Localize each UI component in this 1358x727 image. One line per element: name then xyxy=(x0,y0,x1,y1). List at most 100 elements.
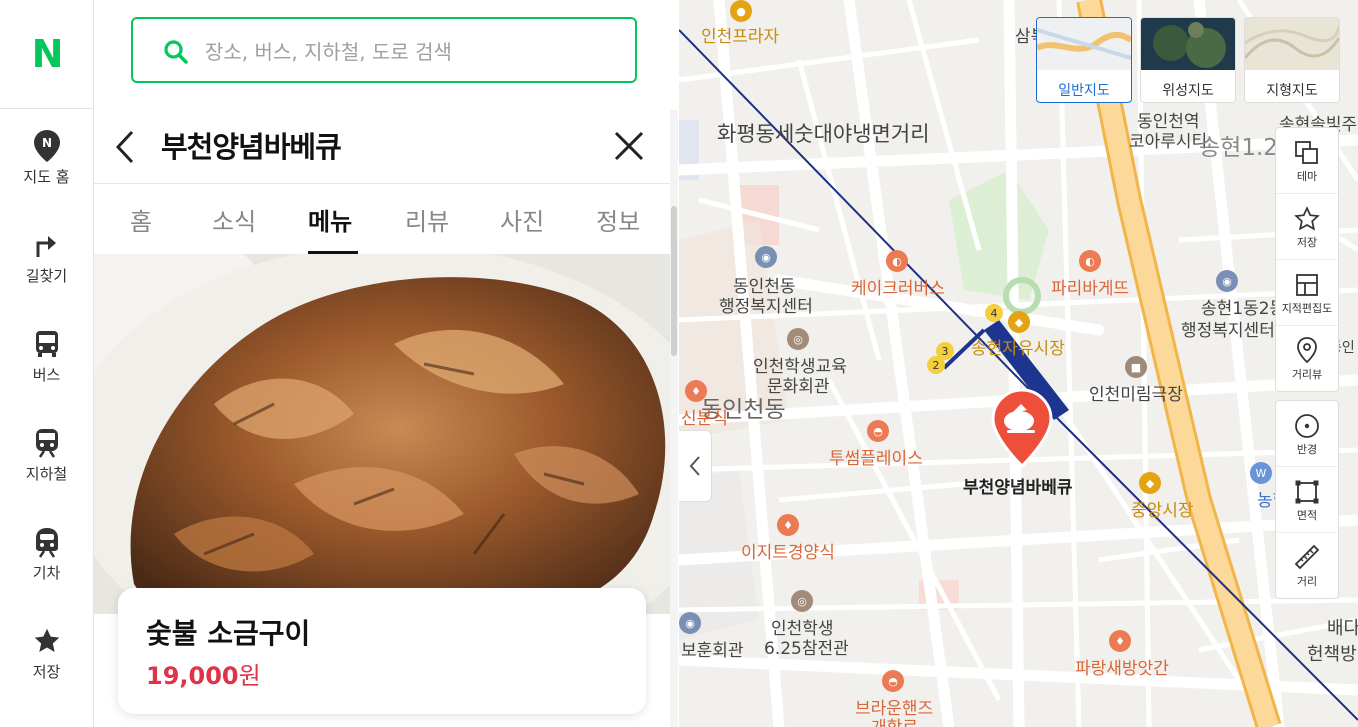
label-songhyeon-market[interactable]: 송현자유시장 xyxy=(971,334,1065,359)
label-kcrbus[interactable]: 케이크러버스 xyxy=(851,274,945,299)
close-icon[interactable] xyxy=(611,128,647,168)
tab-menu[interactable]: 메뉴 xyxy=(308,202,352,237)
star-icon xyxy=(0,621,93,661)
label-mirim[interactable]: 인천미림극장 xyxy=(1089,380,1183,405)
poi-brown-icon[interactable]: ◓ xyxy=(882,670,904,692)
poi-government-icon[interactable]: ◉ xyxy=(755,246,777,268)
map-pin-icon: N xyxy=(0,126,93,166)
poi-cafe-icon[interactable]: ◓ xyxy=(867,420,889,442)
nav-map-home[interactable]: N 지도 홈 xyxy=(0,126,93,206)
label-paris[interactable]: 파리바게뜨 xyxy=(1051,274,1129,299)
label-tossom[interactable]: 투썸플레이스 xyxy=(829,444,923,469)
naver-logo[interactable]: N xyxy=(0,0,93,109)
label-dongincheon-center-2[interactable]: 행정복지센터 xyxy=(719,292,813,317)
label-hoonhoe[interactable]: 보훈회관 xyxy=(681,636,744,661)
label-songhyeon-center-2[interactable]: 행정복지센터 xyxy=(1181,316,1275,341)
subway-exit-2[interactable]: 2 xyxy=(927,356,945,374)
tab-photos[interactable]: 사진 xyxy=(500,202,544,237)
place-marker-icon[interactable] xyxy=(991,388,1053,468)
nav-saved[interactable]: 저장 xyxy=(0,621,93,701)
poi-songhyeon-center-icon[interactable]: ◉ xyxy=(1216,270,1238,292)
label-songhyeon-12[interactable]: 송현1.2 xyxy=(1199,128,1278,162)
label-easyt[interactable]: 이지트경양식 xyxy=(741,538,835,563)
tool-cadastral[interactable]: 지적편집도 xyxy=(1276,260,1338,326)
tool-radius[interactable]: 반경 xyxy=(1276,401,1338,467)
back-button[interactable] xyxy=(112,128,138,170)
poi-bakery-icon[interactable]: ◐ xyxy=(886,250,908,272)
menu-item-name: 숯불 소금구이 xyxy=(146,617,311,650)
menu-item-price: 19,000원 xyxy=(146,656,261,691)
nav-train[interactable]: 기차 xyxy=(0,522,93,602)
nav-directions[interactable]: 길찾기 xyxy=(0,225,93,305)
tool-distance-label: 거리 xyxy=(1296,575,1318,588)
map-type-terrain[interactable]: 지형지도 xyxy=(1244,17,1340,103)
subway-icon xyxy=(0,423,93,463)
subway-exit-4[interactable]: 4 xyxy=(985,304,1003,322)
scrollbar-thumb[interactable] xyxy=(671,206,677,356)
map-type-normal-label: 일반지도 xyxy=(1058,83,1110,99)
radius-icon xyxy=(1276,401,1338,439)
place-header: 부천양념바베큐 xyxy=(94,108,671,182)
poi-culture-icon[interactable]: ◎ xyxy=(787,328,809,350)
search-box[interactable] xyxy=(131,17,637,83)
tool-cadastral-label: 지적편집도 xyxy=(1281,302,1333,315)
poi-jungang-icon[interactable]: ◆ xyxy=(1139,472,1161,494)
normal-map-thumbnail xyxy=(1037,18,1131,70)
search-icon xyxy=(163,39,189,69)
tool-area[interactable]: 면적 xyxy=(1276,467,1338,533)
train-icon xyxy=(0,522,93,562)
tool-theme[interactable]: 테마 xyxy=(1276,128,1338,194)
label-brown-2[interactable]: 개항로 xyxy=(871,713,918,727)
tool-radius-label: 반경 xyxy=(1296,443,1318,456)
search-input[interactable] xyxy=(203,37,607,67)
tool-street-view-label: 거리뷰 xyxy=(1291,368,1323,381)
tool-theme-label: 테마 xyxy=(1296,170,1318,183)
tool-save[interactable]: 저장 xyxy=(1276,194,1338,260)
label-sinbunsik[interactable]: 신분식 xyxy=(681,404,728,429)
poi-parang-icon[interactable]: ♦ xyxy=(1109,630,1131,652)
label-coarusi[interactable]: 코아루시티 xyxy=(1129,127,1207,152)
nav-bus[interactable]: 버스 xyxy=(0,324,93,404)
nav-directions-label: 길찾기 xyxy=(25,267,68,285)
poi-cinema-icon[interactable]: ■ xyxy=(1125,356,1147,378)
poi-memorial-icon[interactable]: ◎ xyxy=(791,590,813,612)
label-baedari-1[interactable]: 배다 xyxy=(1327,614,1358,640)
menu-item-card[interactable]: 숯불 소금구이 19,000원 xyxy=(118,588,646,714)
map-type-satellite-label: 위성지도 xyxy=(1162,83,1214,99)
menu-photo[interactable] xyxy=(94,254,671,614)
label-hwapyeong[interactable]: 화평동세숫대야냉면거리 xyxy=(717,118,930,148)
tool-street-view[interactable]: 거리뷰 xyxy=(1276,326,1338,391)
label-baedari-2[interactable]: 헌책방 xyxy=(1307,640,1357,666)
label-incheon-plaza[interactable]: 인천프라자 xyxy=(701,22,779,47)
tool-distance[interactable]: 거리 xyxy=(1276,533,1338,598)
poi-paris-icon[interactable]: ◐ xyxy=(1079,250,1101,272)
map-type-satellite[interactable]: 위성지도 xyxy=(1140,17,1236,103)
label-parang[interactable]: 파랑새방앗간 xyxy=(1075,654,1169,679)
nav-subway[interactable]: 지하철 xyxy=(0,423,93,503)
menu-item-price-unit: 원 xyxy=(238,662,261,690)
tool-save-label: 저장 xyxy=(1296,236,1318,249)
marker-label[interactable]: 부천양념바베큐 xyxy=(963,473,1072,498)
label-student625-2[interactable]: 6.25참전관 xyxy=(764,634,849,659)
bus-icon xyxy=(0,324,93,364)
map-view[interactable]: 인천프라자 삼복 화평동세숫대야냉면거리 동인천역 코아루시티 송현1.2 송현… xyxy=(679,0,1358,727)
svg-text:N: N xyxy=(41,136,51,150)
map-type-normal[interactable]: 일반지도 xyxy=(1036,17,1132,103)
cadastral-icon xyxy=(1276,260,1338,298)
tab-home[interactable]: 홈 xyxy=(130,202,152,237)
poi-easyt-icon[interactable]: ♦ xyxy=(777,514,799,536)
poi-sinbunsik-icon[interactable]: ♦ xyxy=(685,380,707,402)
panel-scrollbar[interactable] xyxy=(670,110,678,727)
label-jungang-market[interactable]: 중앙시장 xyxy=(1131,496,1194,521)
poi-market-icon[interactable]: ◆ xyxy=(1008,311,1030,333)
collapse-panel-button[interactable] xyxy=(679,430,712,502)
tab-info[interactable]: 정보 xyxy=(596,202,640,237)
poi-bank-icon[interactable]: W xyxy=(1250,462,1272,484)
poi-shop-icon[interactable]: ● xyxy=(730,0,752,22)
terrain-map-thumbnail xyxy=(1245,18,1339,70)
tab-news[interactable]: 소식 xyxy=(212,202,256,237)
tab-reviews[interactable]: 리뷰 xyxy=(405,202,449,237)
nav-map-home-label: 지도 홈 xyxy=(23,168,70,186)
place-panel: 부천양념바베큐 홈 소식 메뉴 리뷰 사진 정보 xyxy=(94,0,679,727)
poi-hoonhoe-icon[interactable]: ◉ xyxy=(679,612,701,634)
